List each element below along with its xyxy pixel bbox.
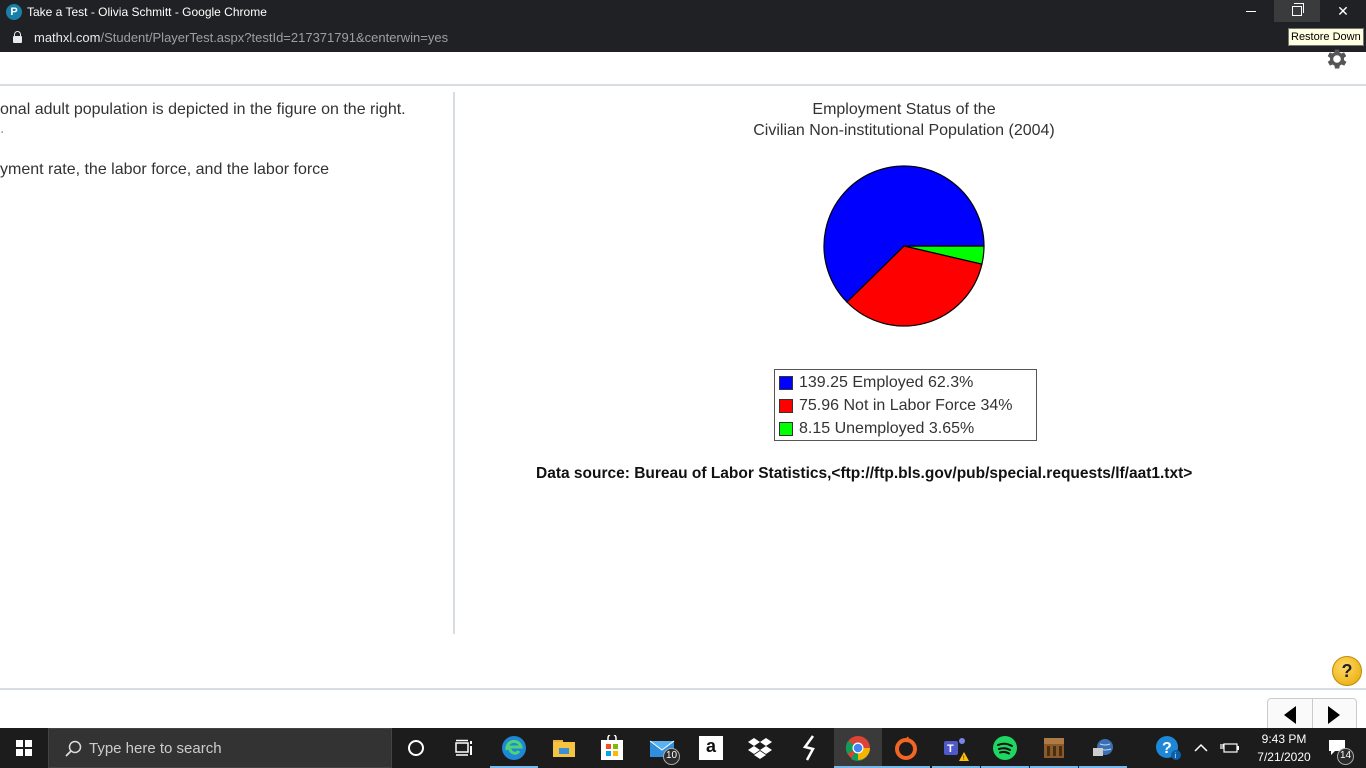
taskbar-microsoft-store[interactable] [588, 728, 636, 768]
show-hidden-icons-button[interactable] [1188, 728, 1214, 768]
origin-icon [895, 736, 917, 760]
spotify-icon [993, 736, 1017, 760]
pie-chart [823, 165, 985, 327]
tray-help-button[interactable]: ? i [1148, 728, 1188, 768]
network-globe-icon [1093, 739, 1113, 756]
chart-title: Employment Status of the [812, 101, 996, 118]
close-icon: ✕ [1337, 2, 1349, 19]
footer-divider [0, 688, 1366, 690]
previous-arrow-icon [1283, 706, 1296, 724]
taskbar-file-explorer[interactable] [540, 728, 588, 768]
question-text-line-2: yment rate, the labor force, and the lab… [0, 161, 330, 178]
taskbar-chrome[interactable] [834, 728, 882, 768]
search-icon [65, 740, 82, 757]
url-path: /Student/PlayerTest.aspx?testId=21737179… [100, 30, 449, 45]
restore-down-tooltip: Restore Down [1288, 28, 1364, 46]
legend-item-employed: 139.25 Employed 62.3% [779, 371, 1036, 394]
question-panel: onal adult population is depicted in the… [0, 92, 454, 634]
taskbar-amazon[interactable]: a [687, 728, 735, 768]
search-placeholder: Type here to search [89, 740, 222, 757]
page-header [0, 52, 1366, 86]
legend-swatch-employed [779, 375, 793, 390]
chevron-up-icon [1194, 743, 1208, 752]
taskbar-dropbox[interactable] [736, 728, 784, 768]
panel-divider[interactable] [453, 92, 455, 634]
action-center-button[interactable]: 14 [1318, 728, 1358, 768]
close-window-button[interactable]: ✕ [1320, 0, 1366, 22]
legend-swatch-not-in-labor-force [779, 398, 793, 413]
clock-date: 7/21/2020 [1257, 750, 1311, 764]
battery-charging-icon [1220, 743, 1239, 753]
legend-label-employed: 139.25 Employed 62.3% [799, 373, 974, 391]
taskbar-teams[interactable]: T! [932, 728, 980, 768]
amazon-icon: a [699, 736, 723, 760]
lock-icon[interactable] [13, 31, 22, 43]
microsoft-store-icon [601, 735, 623, 760]
svg-text:?: ? [1162, 740, 1172, 757]
url-host: mathxl.com [34, 30, 101, 45]
dropbox-icon [748, 738, 772, 759]
taskbar-clock[interactable]: 9:43 PM 7/21/2020 [1246, 730, 1322, 766]
legend-item-not-in-labor-force: 75.96 Not in Labor Force 34% [779, 394, 1036, 417]
next-arrow-icon [1328, 706, 1341, 724]
chrome-icon [845, 736, 870, 761]
windows-logo-icon [16, 740, 32, 756]
task-view-icon [455, 739, 472, 756]
taskbar-app-s[interactable] [785, 728, 833, 768]
svg-text:T: T [947, 743, 954, 755]
restore-icon [1292, 3, 1304, 16]
help-tray-icon: ? i [1156, 736, 1181, 760]
minimize-button[interactable] [1228, 0, 1274, 22]
taskbar-search-box[interactable]: Type here to search [48, 728, 392, 768]
minimize-icon [1246, 10, 1256, 12]
legend-swatch-unemployed [779, 421, 793, 436]
window-title: Take a Test - Olivia Schmitt - Google Ch… [27, 5, 267, 19]
legend-label-unemployed: 8.15 Unemployed 3.65% [799, 419, 975, 437]
notification-count-badge: 14 [1337, 748, 1354, 765]
taskbar-spotify[interactable] [981, 728, 1029, 768]
cortana-icon [408, 740, 424, 756]
pearson-favicon-icon: P [6, 4, 22, 20]
legend-label-not-in-labor-force: 75.96 Not in Labor Force 34% [799, 396, 1013, 414]
start-button[interactable] [0, 728, 48, 768]
mail-unread-badge: 10 [663, 748, 680, 765]
taskbar-mail[interactable]: 10 [638, 728, 686, 768]
taskbar-network-app[interactable] [1079, 728, 1127, 768]
chart-legend: 139.25 Employed 62.3% 75.96 Not in Labor… [774, 369, 1037, 441]
chart-subtitle: Civilian Non-institutional Population (2… [753, 122, 1055, 139]
taskbar-minecraft[interactable] [1030, 728, 1078, 768]
windows-taskbar: Type here to search 10 a T! ? i 9:43 PM … [0, 728, 1366, 768]
minecraft-icon [1044, 738, 1064, 758]
taskbar-edge[interactable] [490, 728, 538, 768]
battery-button[interactable] [1214, 728, 1244, 768]
cortana-button[interactable] [392, 728, 440, 768]
edge-icon [502, 736, 526, 760]
question-text-line-1b: . [0, 120, 5, 137]
question-text-line-1: onal adult population is depicted in the… [0, 101, 406, 118]
legend-item-unemployed: 8.15 Unemployed 3.65% [779, 417, 1036, 440]
task-view-button[interactable] [440, 728, 488, 768]
help-button[interactable]: ? [1332, 656, 1362, 686]
restore-down-button[interactable] [1274, 0, 1320, 22]
url-text[interactable]: mathxl.com/Student/PlayerTest.aspx?testI… [34, 30, 448, 45]
data-source-citation: Data source: Bureau of Labor Statistics,… [536, 465, 1193, 482]
address-bar[interactable]: mathxl.com/Student/PlayerTest.aspx?testI… [0, 26, 1366, 52]
browser-title-bar: P Take a Test - Olivia Schmitt - Google … [0, 0, 1366, 26]
taskbar-origin[interactable] [882, 728, 930, 768]
teams-icon: T! [944, 738, 969, 761]
settings-gear-icon[interactable] [1324, 46, 1350, 72]
app-s-icon [802, 735, 815, 761]
file-explorer-icon [553, 740, 575, 757]
clock-time: 9:43 PM [1261, 732, 1307, 746]
